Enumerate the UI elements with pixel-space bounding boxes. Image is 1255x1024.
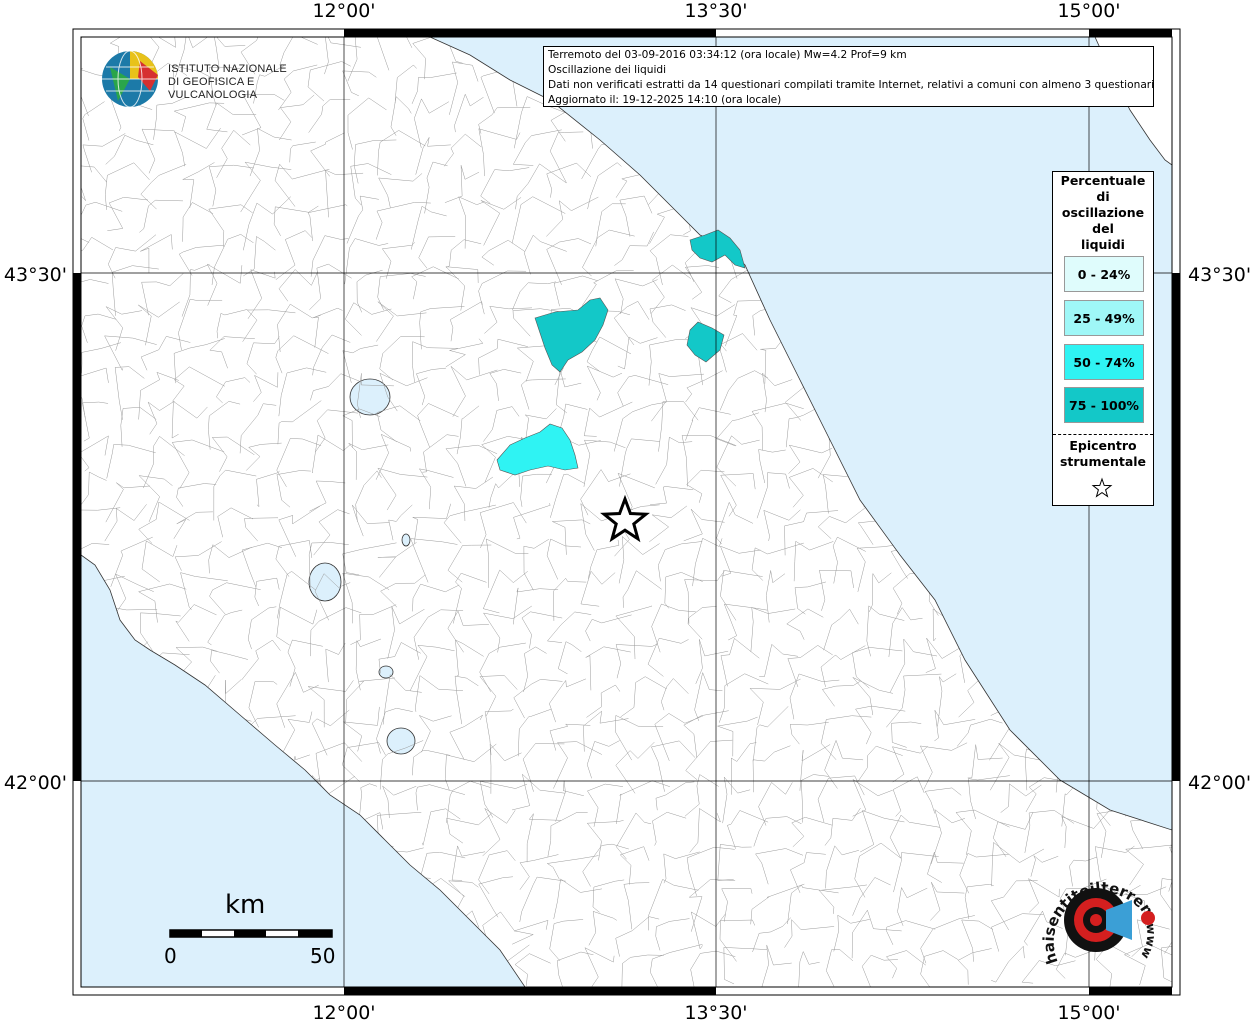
legend: Percentuale di oscillazione del liquidi … bbox=[1052, 171, 1154, 506]
legend-class-75-100: 75 - 100% bbox=[1064, 387, 1144, 423]
x-label-bottom-2: 13°30' bbox=[684, 1002, 747, 1024]
lake-trasimeno bbox=[349, 378, 391, 416]
legend-class-50-74: 50 - 74% bbox=[1064, 344, 1144, 380]
lake-vico bbox=[378, 665, 394, 679]
scale-max: 50 bbox=[310, 944, 336, 968]
legend-epicenter-line: Epicentro bbox=[1069, 438, 1137, 453]
municipality-border bbox=[1170, 815, 1172, 847]
x-label-bottom-1: 12°00' bbox=[312, 1002, 375, 1024]
info-earthquake: Terremoto del 03-09-2016 03:34:12 (ora l… bbox=[548, 49, 907, 61]
municipality-border bbox=[1168, 846, 1172, 892]
logo-line-1: ISTITUTO NAZIONALE bbox=[168, 63, 287, 75]
municipality-border bbox=[1169, 142, 1172, 170]
legend-title: Percentuale di oscillazione del liquidi bbox=[1053, 173, 1153, 253]
haisentito-logo: haisentitoilterremoto.it www bbox=[1036, 862, 1160, 966]
legend-epicenter-line: strumentale bbox=[1059, 454, 1147, 469]
x-label-top-3: 15°00' bbox=[1057, 0, 1120, 22]
legend-star-icon bbox=[1091, 477, 1113, 498]
info-box: Terremoto del 03-09-2016 03:34:12 (ora l… bbox=[543, 46, 1154, 107]
y-label-left-1: 43°30' bbox=[4, 264, 67, 286]
logo-www-text: www bbox=[1138, 923, 1158, 961]
legend-class-25-49: 25 - 49% bbox=[1064, 300, 1144, 336]
info-subject: Oscillazione dei liquidi bbox=[548, 64, 667, 76]
legend-title-line: oscillazione bbox=[1061, 205, 1145, 220]
y-label-left-2: 42°00' bbox=[4, 772, 67, 794]
info-source: Dati non verificati estratti da 14 quest… bbox=[548, 79, 1154, 91]
info-updated: Aggiornato il: 19-12-2025 14:10 (ora loc… bbox=[548, 94, 782, 106]
lake-bolsena bbox=[308, 562, 342, 602]
y-label-right-1: 43°30' bbox=[1188, 264, 1251, 286]
scale-unit: km bbox=[225, 890, 266, 920]
legend-title-line: liquidi bbox=[1081, 237, 1125, 252]
ingv-logo: ISTITUTO NAZIONALE DI GEOFISICA E VULCAN… bbox=[100, 47, 315, 109]
logo-line-2: DI GEOFISICA E VULCANOLOGIA bbox=[168, 76, 258, 101]
y-label-right-2: 42°00' bbox=[1188, 772, 1251, 794]
scale-ruler bbox=[169, 929, 333, 938]
legend-title-line: di bbox=[1096, 189, 1110, 204]
scale-bar: km 0 50 bbox=[160, 890, 350, 970]
legend-title-line: Percentuale bbox=[1060, 173, 1146, 188]
legend-separator bbox=[1053, 434, 1153, 435]
legend-title-line: del bbox=[1092, 221, 1114, 236]
lake-piediluco bbox=[401, 533, 411, 547]
x-label-bottom-3: 15°00' bbox=[1057, 1002, 1120, 1024]
legend-epicenter-title: Epicentro strumentale bbox=[1053, 438, 1153, 470]
x-label-top-2: 13°30' bbox=[684, 0, 747, 22]
scale-min: 0 bbox=[164, 944, 177, 968]
x-label-top-1: 12°00' bbox=[312, 0, 375, 22]
lake-bracciano bbox=[386, 727, 416, 755]
ingv-globe-icon bbox=[102, 50, 158, 108]
legend-class-0-24: 0 - 24% bbox=[1064, 256, 1144, 292]
